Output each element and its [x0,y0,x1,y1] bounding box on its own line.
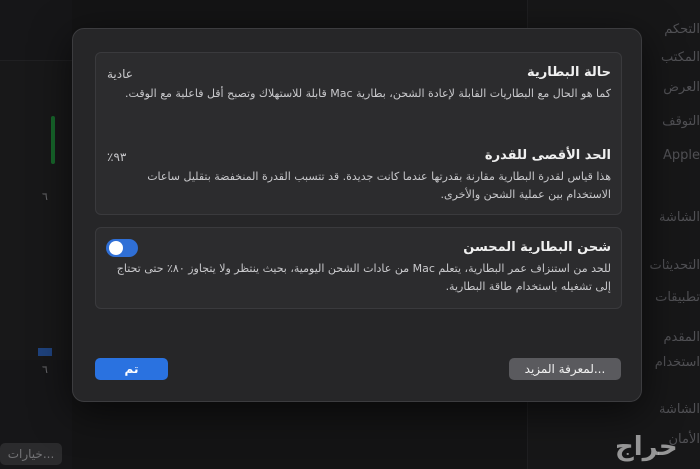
maximum-capacity-title: الحد الأقصى للقدرة [484,148,611,163]
done-button[interactable]: تم [95,358,168,380]
maximum-capacity-description: هذا قياس لقدرة البطارية مقارنة بقدرتها ع… [147,170,611,201]
battery-condition-value: عادية [107,67,133,81]
optimized-charging-group: شحن البطارية المحسن للحد من استنزاف عمر … [95,227,622,309]
optimized-charging-toggle[interactable] [106,239,138,257]
battery-info-group: حالة البطارية عادية كما هو الحال مع البط… [95,52,622,215]
maximum-capacity-value: ٪٩٣ [107,150,127,164]
optimized-charging-title: شحن البطارية المحسن [463,240,611,255]
battery-health-dialog: حالة البطارية عادية كما هو الحال مع البط… [72,28,642,402]
learn-more-button[interactable]: لمعرفة المزيد... [509,358,621,380]
battery-condition-title: حالة البطارية [527,65,611,80]
optimized-charging-description: للحد من استنزاف عمر البطارية، يتعلم Mac … [116,262,611,293]
watermark-logo: حراج [615,432,678,462]
toggle-knob [109,241,123,255]
battery-condition-description: كما هو الحال مع البطاريات القابلة لإعادة… [125,87,611,100]
